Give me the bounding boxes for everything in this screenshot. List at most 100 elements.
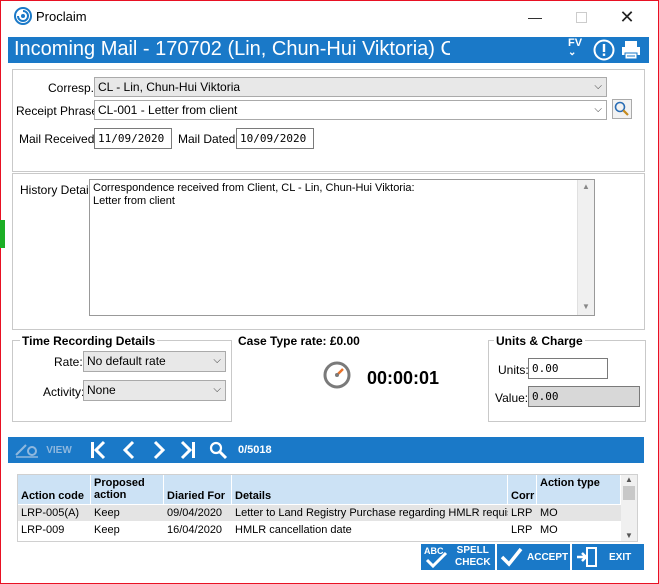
table-cell: MO (540, 507, 558, 519)
close-button[interactable]: ✕ (604, 4, 650, 30)
history-line: Correspondence received from Client, CL … (93, 182, 415, 194)
table-cell: LRP-005(A) (21, 507, 80, 519)
spell-check-button[interactable]: ABC SPELL CHECK (421, 544, 495, 570)
check-label: CHECK (455, 557, 491, 568)
scroll-thumb[interactable] (623, 486, 635, 500)
mail-dated-label: Mail Dated: (178, 132, 239, 146)
table-cell: 09/04/2020 (167, 507, 223, 519)
grid-header-action-code[interactable]: Action code (18, 475, 91, 504)
maximize-icon (575, 11, 587, 23)
rate-label: Rate: (54, 355, 83, 369)
grid-header-diaried-for[interactable]: Diaried For (164, 475, 232, 504)
chevron-down-icon: ⌵ (213, 355, 221, 366)
svg-text:ABC: ABC (424, 546, 444, 556)
grid-header-proposed-action[interactable]: Proposed action (91, 475, 164, 504)
accept-button[interactable]: ACCEPT (497, 544, 570, 570)
units-field[interactable]: 0.00 (528, 358, 608, 379)
table-cell: Letter to Land Registry Purchase regardi… (235, 507, 508, 519)
spell-label: SPELL (456, 545, 489, 556)
history-line: Letter from client (93, 195, 175, 207)
corresp-value: CL - Lin, Chun-Hui Viktoria (98, 80, 241, 94)
chevron-down-icon: ⌵ (594, 104, 602, 115)
table-cell: LRP (511, 524, 533, 536)
activity-label: Activity: (43, 385, 85, 399)
exit-door-icon (577, 547, 597, 567)
units-charge-title: Units & Charge (494, 334, 585, 348)
find-record-button[interactable] (205, 437, 231, 463)
rate-value: No default rate (87, 354, 166, 368)
close-icon: ✕ (619, 6, 635, 27)
first-record-button[interactable] (85, 437, 111, 463)
view-label: VIEW (46, 444, 72, 456)
background-window-edge (0, 220, 5, 248)
previous-icon (122, 440, 135, 460)
scroll-down-icon[interactable]: ▼ (621, 531, 637, 540)
record-count: 0/5018 (238, 444, 272, 456)
spell-check-icon: ABC (424, 546, 448, 569)
table-cell: Keep (94, 524, 120, 536)
search-icon (209, 441, 228, 460)
table-cell: 16/04/2020 (167, 524, 223, 536)
units-charge-group (488, 340, 646, 422)
minimize-icon: — (528, 9, 542, 25)
first-record-icon (91, 440, 106, 460)
receipt-phrase-label: Receipt Phrase: (16, 104, 102, 118)
last-record-button[interactable] (175, 437, 201, 463)
mail-received-label: Mail Received: (19, 132, 98, 146)
grid-header-corr[interactable]: Corr (508, 475, 537, 504)
accept-label: ACCEPT (527, 551, 569, 563)
grid-header-action-type[interactable]: Action type (537, 475, 621, 504)
receipt-phrase-select[interactable]: CL-001 - Letter from client ⌵ (94, 100, 607, 120)
scroll-up-icon[interactable]: ▲ (621, 475, 637, 484)
table-cell: LRP-009 (21, 524, 65, 536)
timer-icon[interactable] (322, 360, 352, 390)
view-icon (15, 444, 39, 458)
case-type-rate: Case Type rate: £0.00 (238, 334, 360, 348)
table-row[interactable]: LRP-009 Keep 16/04/2020 HMLR cancellatio… (18, 522, 621, 538)
form-title: Incoming Mail - 170702 (Lin, Chun-Hui Vi… (14, 38, 450, 60)
checkmark-icon (500, 547, 523, 567)
view-button[interactable]: VIEW (10, 437, 76, 463)
timer-display: 00:00:01 (367, 368, 440, 388)
activity-value: None (87, 383, 116, 397)
rate-select[interactable]: No default rate ⌵ (83, 351, 226, 372)
previous-record-button[interactable] (116, 437, 142, 463)
table-cell: MO (540, 524, 558, 536)
exit-button[interactable]: EXIT (572, 544, 644, 570)
time-recording-title: Time Recording Details (20, 334, 158, 348)
activity-select[interactable]: None ⌵ (83, 380, 226, 401)
table-cell: Keep (94, 507, 120, 519)
table-cell: HMLR cancellation date (235, 524, 352, 536)
history-details-textarea[interactable]: Correspondence received from Client, CL … (89, 179, 595, 316)
proclaim-logo-icon (14, 7, 32, 25)
chevron-down-icon: ⌵ (594, 81, 602, 92)
receipt-search-button[interactable] (612, 99, 632, 119)
mail-received-field[interactable]: 11/09/2020 (94, 128, 172, 149)
chevron-down-icon: ⌵ (213, 384, 221, 395)
grid-scrollbar[interactable]: ▲ ▼ (621, 474, 638, 542)
form-banner: Incoming Mail - 170702 (Lin, Chun-Hui Vi… (8, 37, 649, 63)
next-icon (153, 440, 166, 460)
value-label: Value: (495, 391, 529, 405)
minimize-button[interactable]: — (512, 4, 558, 30)
units-label: Units: (498, 363, 529, 377)
corresp-label: Corresp.: (48, 81, 98, 95)
search-icon (614, 101, 629, 116)
next-record-button[interactable] (146, 437, 172, 463)
exit-label: EXIT (609, 551, 632, 563)
grid-header-details[interactable]: Details (232, 475, 508, 504)
fv-chevron-icon: ⌄ (568, 47, 577, 58)
corresp-select[interactable]: CL - Lin, Chun-Hui Viktoria ⌵ (94, 77, 607, 97)
scroll-down-icon[interactable]: ▼ (578, 300, 594, 313)
alert-button-icon[interactable] (593, 39, 615, 61)
scroll-up-icon[interactable]: ▲ (578, 180, 594, 193)
value-field: 0.00 (528, 386, 640, 407)
history-scrollbar[interactable]: ▲ ▼ (577, 180, 594, 315)
table-row[interactable]: LRP-005(A) Keep 09/04/2020 Letter to Lan… (18, 505, 621, 521)
print-button-icon[interactable] (620, 39, 642, 61)
mail-dated-field[interactable]: 10/09/2020 (236, 128, 314, 149)
table-cell: LRP (511, 507, 533, 519)
maximize-button[interactable] (558, 4, 604, 30)
fv-button[interactable]: FV ⌄ (568, 38, 582, 58)
window-title: Proclaim (36, 9, 87, 24)
